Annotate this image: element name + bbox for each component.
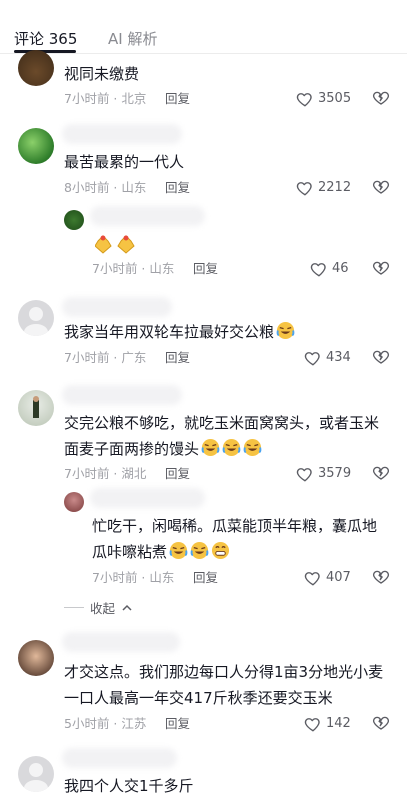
grin-emoji-icon [211, 541, 230, 560]
comment-text-line-1: 交完公粮不够吃，就吃玉米面窝窝头，或者玉米 [64, 414, 380, 432]
reply-button[interactable]: 回复 [165, 350, 190, 366]
broken-heart-icon[interactable] [372, 464, 390, 482]
divider-dash [64, 607, 84, 608]
comment-tabs: 评论 365 AI 解析 [0, 0, 407, 54]
broken-heart-icon[interactable] [372, 348, 390, 366]
reply-button[interactable]: 回复 [165, 466, 190, 482]
default-avatar-icon[interactable] [18, 756, 54, 792]
like-count: 407 [326, 570, 351, 585]
tab-ai-analysis[interactable]: AI 解析 [108, 29, 157, 49]
comment-meta: 7小时前 · 湖北 [64, 466, 147, 481]
reply-meta: 7小时前 · 山东 [92, 261, 175, 276]
avatar[interactable] [18, 390, 54, 426]
username[interactable] [90, 206, 205, 226]
like-count: 3579 [318, 466, 352, 481]
heart-icon [296, 182, 312, 196]
like-button[interactable]: 46 [310, 260, 349, 278]
default-avatar-icon[interactable] [18, 300, 54, 336]
reply-meta: 7小时前 · 山东 [92, 570, 175, 585]
comment-text: 我家当年用双轮车拉最好交公粮 [64, 320, 295, 344]
like-button[interactable]: 2212 [296, 179, 351, 197]
heart-icon [296, 93, 312, 107]
like-button[interactable]: 3579 [296, 465, 351, 483]
laugh-cry-emoji-icon [169, 541, 188, 560]
laugh-cry-emoji-icon [276, 321, 295, 340]
laugh-cry-emoji-icon [201, 438, 220, 457]
laugh-cry-emoji-icon [243, 438, 262, 457]
comment-text-line-2: 面麦子面两掺的馒头 [64, 437, 262, 461]
laugh-cry-emoji-icon [222, 438, 241, 457]
like-count: 3505 [318, 91, 352, 106]
reply-button[interactable]: 回复 [165, 180, 190, 196]
broken-heart-icon[interactable] [372, 259, 390, 277]
like-button[interactable]: 142 [304, 715, 351, 733]
avatar[interactable] [18, 50, 54, 86]
tab-comments[interactable]: 评论 365 [14, 29, 77, 49]
username[interactable] [62, 632, 180, 652]
like-button[interactable]: 407 [304, 569, 351, 587]
username[interactable] [62, 385, 182, 405]
heart-icon [304, 352, 320, 366]
like-button[interactable]: 434 [304, 349, 351, 367]
like-count: 434 [326, 350, 351, 365]
heart-icon [304, 572, 320, 586]
reply-button[interactable]: 回复 [193, 570, 218, 586]
avatar[interactable] [18, 128, 54, 164]
reply-text-line-2: 瓜咔嚓粘煮 [92, 540, 230, 564]
collapse-label: 收起 [90, 601, 116, 616]
laugh-cry-emoji-icon [190, 541, 209, 560]
heart-icon [304, 718, 320, 732]
reply-button[interactable]: 回复 [193, 261, 218, 277]
like-count: 142 [326, 716, 351, 731]
like-button[interactable]: 3505 [296, 90, 351, 108]
reply-button[interactable]: 回复 [165, 716, 190, 732]
collapse-replies-button[interactable]: 收起 [64, 598, 133, 617]
broken-heart-icon[interactable] [372, 178, 390, 196]
comment-text: 我四个人交1千多斤 [64, 777, 194, 795]
broken-heart-icon[interactable] [372, 89, 390, 107]
reply-button[interactable]: 回复 [165, 91, 190, 107]
comment-meta: 5小时前 · 江苏 [64, 716, 147, 731]
comment-meta: 7小时前 · 北京 [64, 91, 147, 106]
gift-emoji-icon [95, 235, 135, 254]
heart-icon [310, 263, 326, 277]
avatar[interactable] [18, 640, 54, 676]
broken-heart-icon[interactable] [372, 568, 390, 586]
chevron-up-icon [122, 604, 132, 611]
comment-meta: 7小时前 · 广东 [64, 350, 147, 365]
username[interactable] [62, 748, 177, 768]
comment-text: 最苦最累的一代人 [64, 153, 185, 171]
heart-icon [296, 468, 312, 482]
reply-text-line-1: 忙吃干，闲喝稀。瓜菜能顶半年粮，囊瓜地 [92, 517, 378, 535]
avatar[interactable] [64, 210, 84, 230]
username[interactable] [90, 488, 205, 508]
comment-meta: 8小时前 · 山东 [64, 180, 147, 195]
comment-text-line-2: 一口人最高一年交417斤秋季还要交玉米 [64, 689, 333, 707]
avatar[interactable] [64, 492, 84, 512]
comment-text: 视同未缴费 [64, 65, 140, 83]
comment-text-line-1: 才交这点。我们那边每口人分得1亩3分地光小麦 [64, 663, 384, 681]
username[interactable] [62, 297, 172, 317]
username[interactable] [62, 124, 182, 144]
broken-heart-icon[interactable] [372, 714, 390, 732]
like-count: 46 [332, 261, 349, 276]
like-count: 2212 [318, 180, 352, 195]
